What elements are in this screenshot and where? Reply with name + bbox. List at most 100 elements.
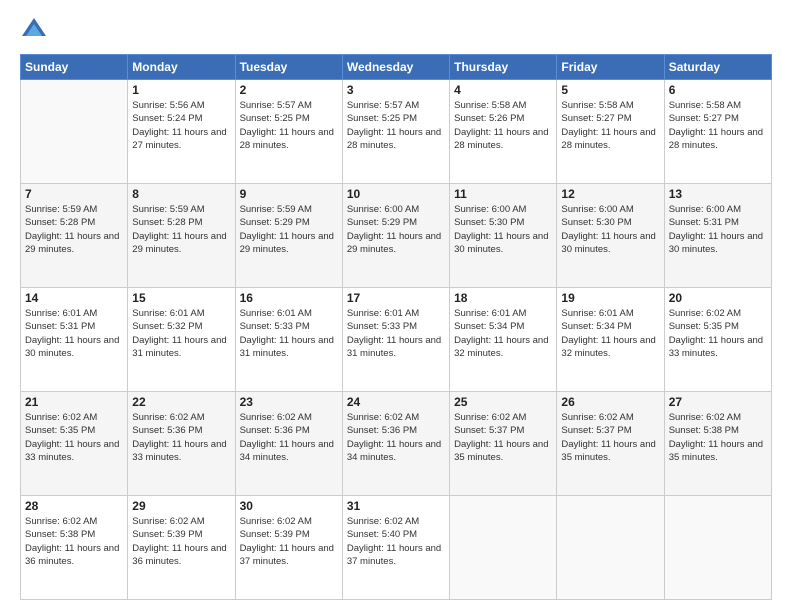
day-number: 19 — [561, 291, 659, 305]
day-info: Sunrise: 5:59 AMSunset: 5:29 PMDaylight:… — [240, 203, 338, 256]
calendar-cell: 5 Sunrise: 5:58 AMSunset: 5:27 PMDaylight… — [557, 80, 664, 184]
calendar-header-row: SundayMondayTuesdayWednesdayThursdayFrid… — [21, 55, 772, 80]
day-number: 27 — [669, 395, 767, 409]
day-number: 30 — [240, 499, 338, 513]
day-info: Sunrise: 6:01 AMSunset: 5:32 PMDaylight:… — [132, 307, 230, 360]
calendar-week-row: 14 Sunrise: 6:01 AMSunset: 5:31 PMDayligh… — [21, 288, 772, 392]
logo — [20, 16, 52, 44]
calendar-cell: 28Sunrise: 6:02 AMSunset: 5:38 PMDayligh… — [21, 496, 128, 600]
calendar-cell: 12 Sunrise: 6:00 AMSunset: 5:30 PMDayligh… — [557, 184, 664, 288]
calendar-cell: 16 Sunrise: 6:01 AMSunset: 5:33 PMDayligh… — [235, 288, 342, 392]
day-number: 6 — [669, 83, 767, 97]
calendar-cell: 4 Sunrise: 5:58 AMSunset: 5:26 PMDaylight… — [450, 80, 557, 184]
logo-icon — [20, 16, 48, 44]
day-number: 10 — [347, 187, 445, 201]
day-number: 17 — [347, 291, 445, 305]
weekday-header: Saturday — [664, 55, 771, 80]
calendar-cell — [21, 80, 128, 184]
calendar-cell: 10Sunrise: 6:00 AMSunset: 5:29 PMDayligh… — [342, 184, 449, 288]
day-number: 12 — [561, 187, 659, 201]
weekday-header: Sunday — [21, 55, 128, 80]
calendar-cell: 13 Sunrise: 6:00 AMSunset: 5:31 PMDayligh… — [664, 184, 771, 288]
page: SundayMondayTuesdayWednesdayThursdayFrid… — [0, 0, 792, 612]
day-number: 15 — [132, 291, 230, 305]
day-number: 16 — [240, 291, 338, 305]
calendar-cell: 30 Sunrise: 6:02 AMSunset: 5:39 PMDayligh… — [235, 496, 342, 600]
day-number: 20 — [669, 291, 767, 305]
day-info: Sunrise: 6:01 AMSunset: 5:33 PMDaylight:… — [347, 307, 445, 360]
day-info: Sunrise: 6:01 AMSunset: 5:33 PMDaylight:… — [240, 307, 338, 360]
day-info: Sunrise: 5:58 AMSunset: 5:26 PMDaylight:… — [454, 99, 552, 152]
day-number: 29 — [132, 499, 230, 513]
day-info: Sunrise: 5:57 AMSunset: 5:25 PMDaylight:… — [240, 99, 338, 152]
day-number: 18 — [454, 291, 552, 305]
calendar-cell: 31 Sunrise: 6:02 AMSunset: 5:40 PMDayligh… — [342, 496, 449, 600]
day-number: 4 — [454, 83, 552, 97]
calendar-cell: 2 Sunrise: 5:57 AMSunset: 5:25 PMDaylight… — [235, 80, 342, 184]
day-info: Sunrise: 6:02 AMSunset: 5:38 PMDaylight:… — [669, 411, 767, 464]
day-info: Sunrise: 6:01 AMSunset: 5:34 PMDaylight:… — [454, 307, 552, 360]
day-info: Sunrise: 6:01 AMSunset: 5:31 PMDaylight:… — [25, 307, 123, 360]
day-number: 31 — [347, 499, 445, 513]
day-number: 13 — [669, 187, 767, 201]
calendar-cell: 27 Sunrise: 6:02 AMSunset: 5:38 PMDayligh… — [664, 392, 771, 496]
calendar-cell: 24Sunrise: 6:02 AMSunset: 5:36 PMDayligh… — [342, 392, 449, 496]
day-info: Sunrise: 5:59 AMSunset: 5:28 PMDaylight:… — [25, 203, 123, 256]
calendar-cell: 7 Sunrise: 5:59 AMSunset: 5:28 PMDaylight… — [21, 184, 128, 288]
day-info: Sunrise: 6:02 AMSunset: 5:40 PMDaylight:… — [347, 515, 445, 568]
day-info: Sunrise: 5:56 AMSunset: 5:24 PMDaylight:… — [132, 99, 230, 152]
day-info: Sunrise: 6:00 AMSunset: 5:31 PMDaylight:… — [669, 203, 767, 256]
calendar-cell: 25Sunrise: 6:02 AMSunset: 5:37 PMDayligh… — [450, 392, 557, 496]
calendar-cell: 3 Sunrise: 5:57 AMSunset: 5:25 PMDaylight… — [342, 80, 449, 184]
day-info: Sunrise: 6:00 AMSunset: 5:30 PMDaylight:… — [454, 203, 552, 256]
weekday-header: Thursday — [450, 55, 557, 80]
day-info: Sunrise: 6:02 AMSunset: 5:35 PMDaylight:… — [669, 307, 767, 360]
day-number: 22 — [132, 395, 230, 409]
day-number: 3 — [347, 83, 445, 97]
calendar-cell: 9 Sunrise: 5:59 AMSunset: 5:29 PMDaylight… — [235, 184, 342, 288]
weekday-header: Friday — [557, 55, 664, 80]
calendar-week-row: 1 Sunrise: 5:56 AMSunset: 5:24 PMDaylight… — [21, 80, 772, 184]
day-number: 21 — [25, 395, 123, 409]
day-info: Sunrise: 6:02 AMSunset: 5:36 PMDaylight:… — [240, 411, 338, 464]
weekday-header: Monday — [128, 55, 235, 80]
calendar-cell: 22Sunrise: 6:02 AMSunset: 5:36 PMDayligh… — [128, 392, 235, 496]
day-info: Sunrise: 6:02 AMSunset: 5:36 PMDaylight:… — [347, 411, 445, 464]
day-number: 1 — [132, 83, 230, 97]
day-number: 5 — [561, 83, 659, 97]
calendar-week-row: 28Sunrise: 6:02 AMSunset: 5:38 PMDayligh… — [21, 496, 772, 600]
day-info: Sunrise: 5:59 AMSunset: 5:28 PMDaylight:… — [132, 203, 230, 256]
calendar-week-row: 21 Sunrise: 6:02 AMSunset: 5:35 PMDayligh… — [21, 392, 772, 496]
day-info: Sunrise: 5:57 AMSunset: 5:25 PMDaylight:… — [347, 99, 445, 152]
day-number: 2 — [240, 83, 338, 97]
day-number: 7 — [25, 187, 123, 201]
day-info: Sunrise: 6:00 AMSunset: 5:30 PMDaylight:… — [561, 203, 659, 256]
calendar-cell: 1 Sunrise: 5:56 AMSunset: 5:24 PMDaylight… — [128, 80, 235, 184]
day-info: Sunrise: 6:01 AMSunset: 5:34 PMDaylight:… — [561, 307, 659, 360]
calendar-cell: 20 Sunrise: 6:02 AMSunset: 5:35 PMDayligh… — [664, 288, 771, 392]
calendar-cell — [450, 496, 557, 600]
calendar-cell: 8Sunrise: 5:59 AMSunset: 5:28 PMDaylight… — [128, 184, 235, 288]
calendar-cell: 23 Sunrise: 6:02 AMSunset: 5:36 PMDayligh… — [235, 392, 342, 496]
calendar-cell: 15 Sunrise: 6:01 AMSunset: 5:32 PMDayligh… — [128, 288, 235, 392]
calendar-cell: 11Sunrise: 6:00 AMSunset: 5:30 PMDayligh… — [450, 184, 557, 288]
calendar-week-row: 7 Sunrise: 5:59 AMSunset: 5:28 PMDaylight… — [21, 184, 772, 288]
calendar-cell — [557, 496, 664, 600]
day-info: Sunrise: 6:02 AMSunset: 5:35 PMDaylight:… — [25, 411, 123, 464]
day-info: Sunrise: 6:02 AMSunset: 5:39 PMDaylight:… — [132, 515, 230, 568]
header — [20, 16, 772, 44]
calendar-table: SundayMondayTuesdayWednesdayThursdayFrid… — [20, 54, 772, 600]
day-number: 14 — [25, 291, 123, 305]
day-info: Sunrise: 5:58 AMSunset: 5:27 PMDaylight:… — [561, 99, 659, 152]
day-info: Sunrise: 5:58 AMSunset: 5:27 PMDaylight:… — [669, 99, 767, 152]
day-info: Sunrise: 6:02 AMSunset: 5:37 PMDaylight:… — [454, 411, 552, 464]
weekday-header: Wednesday — [342, 55, 449, 80]
calendar-cell — [664, 496, 771, 600]
calendar-cell: 26Sunrise: 6:02 AMSunset: 5:37 PMDayligh… — [557, 392, 664, 496]
day-number: 9 — [240, 187, 338, 201]
day-number: 23 — [240, 395, 338, 409]
calendar-cell: 19 Sunrise: 6:01 AMSunset: 5:34 PMDayligh… — [557, 288, 664, 392]
day-number: 26 — [561, 395, 659, 409]
day-info: Sunrise: 6:02 AMSunset: 5:39 PMDaylight:… — [240, 515, 338, 568]
calendar-cell: 6 Sunrise: 5:58 AMSunset: 5:27 PMDaylight… — [664, 80, 771, 184]
